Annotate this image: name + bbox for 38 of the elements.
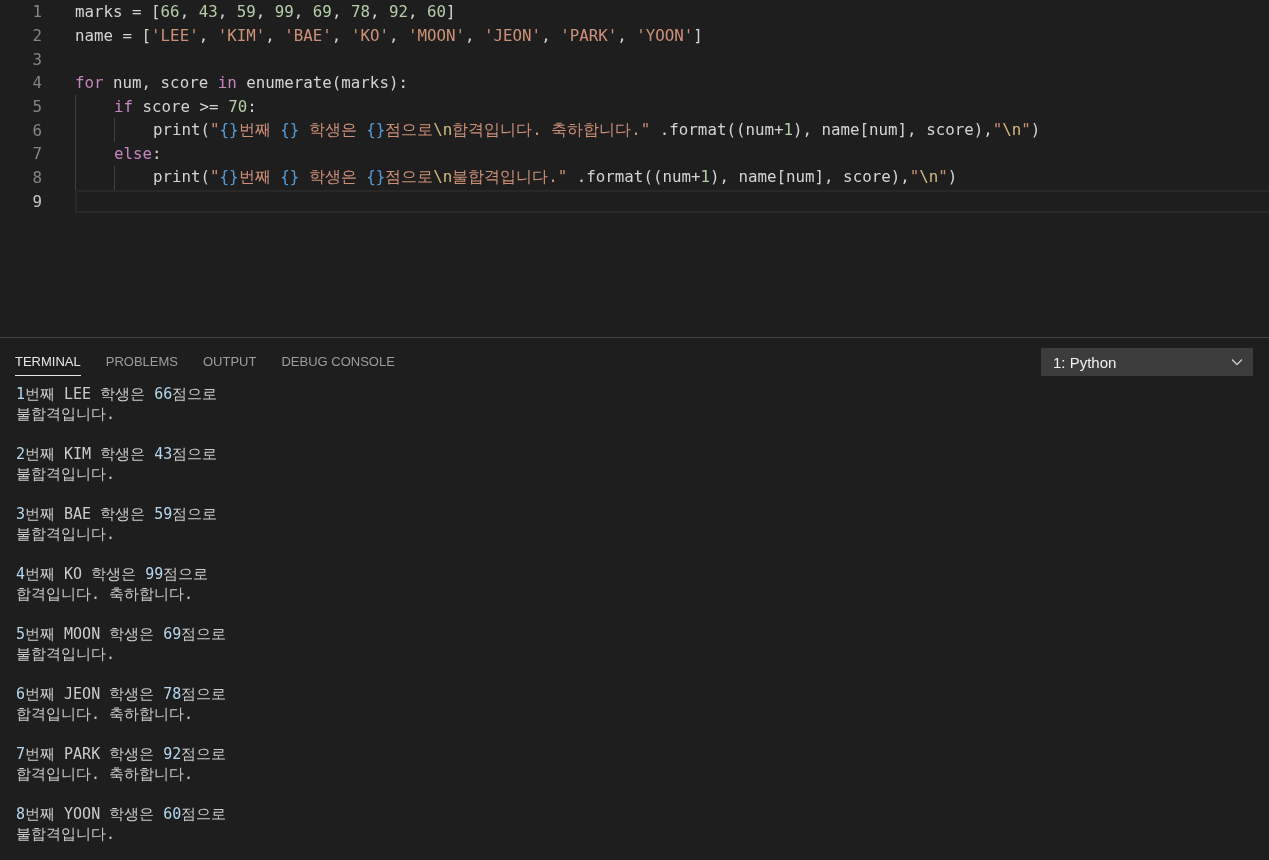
terminal-line: 5번째 MOON 학생은 69점으로 — [16, 624, 227, 644]
line-number: 2 — [31, 26, 42, 46]
panel-tab[interactable]: DEBUG CONSOLE — [281, 348, 395, 376]
terminal-line: 합격입니다. 축하합니다. — [16, 704, 194, 724]
code-line: print("{}번째 {} 학생은 {}점으로\n합격입니다. 축하합니다." .format((num+1), name[num], score),"\n") — [153, 119, 1041, 141]
line-number: 5 — [31, 97, 42, 117]
terminal-line: 불합격입니다. — [16, 464, 116, 484]
terminal-line: 7번째 PARK 학생은 92점으로 — [16, 744, 227, 764]
terminal-line: 불합격입니다. — [16, 404, 116, 424]
line-number: 8 — [31, 168, 42, 188]
code-line: print("{}번째 {} 학생은 {}점으로\n불합격입니다." .format((num+1), name[num], score),"\n") — [153, 167, 958, 189]
chevron-down-icon — [1231, 358, 1243, 366]
code-line: if score >= 70: — [114, 97, 257, 117]
line-number: 9 — [31, 191, 42, 211]
line-number: 3 — [31, 49, 42, 69]
terminal-line: 불합격입니다. — [16, 644, 116, 664]
terminal-line: 3번째 BAE 학생은 59점으로 — [16, 504, 218, 524]
panel-tab[interactable]: PROBLEMS — [105, 348, 178, 376]
line-number: 4 — [31, 73, 42, 93]
terminal-line: 합격입니다. 축하합니다. — [16, 764, 194, 784]
panel-tab[interactable]: OUTPUT — [203, 348, 257, 376]
code-line: marks = [66, 43, 59, 99, 69, 78, 92, 60] — [75, 2, 456, 22]
panel-tab[interactable]: TERMINAL — [15, 348, 81, 376]
line-number: 6 — [31, 120, 42, 140]
terminal-line: 불합격입니다. — [16, 524, 116, 544]
terminal-select[interactable]: 1: Python — [1041, 348, 1253, 376]
terminal-line: 1번째 LEE 학생은 66점으로 — [16, 384, 218, 404]
terminal-line: 불합격입니다. — [16, 824, 116, 844]
line-number: 7 — [31, 144, 42, 164]
terminal-line: 8번째 YOON 학생은 60점으로 — [16, 804, 227, 824]
code-line: name = ['LEE', 'KIM', 'BAE', 'KO', 'MOON', 'JEON', 'PARK', 'YOON'] — [75, 26, 703, 46]
terminal-line: 합격입니다. 축하합니다. — [16, 584, 194, 604]
code-line: else: — [114, 144, 162, 164]
terminal-line: 4번째 KO 학생은 99점으로 — [16, 564, 209, 584]
terminal-line: 2번째 KIM 학생은 43점으로 — [16, 444, 218, 464]
code-line: for num, score in enumerate(marks): — [75, 73, 408, 93]
terminal-line: 6번째 JEON 학생은 78점으로 — [16, 684, 227, 704]
line-number: 1 — [31, 2, 42, 22]
